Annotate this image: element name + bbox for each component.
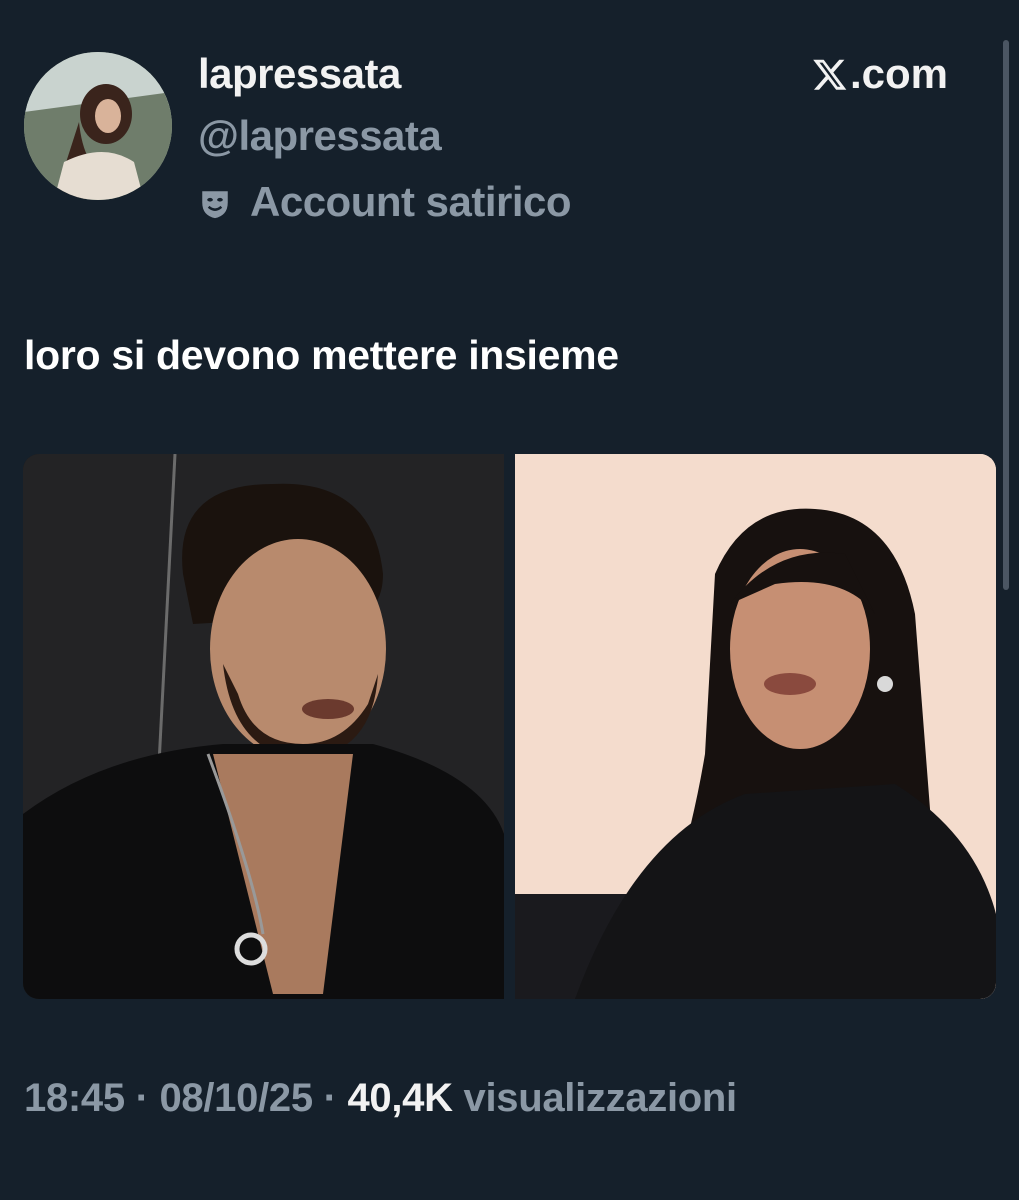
meta-separator: ·	[312, 1076, 348, 1120]
display-name[interactable]: lapressata	[198, 50, 401, 98]
handle[interactable]: @lapressata	[198, 112, 442, 160]
meta-separator: ·	[124, 1076, 160, 1120]
views-label: visualizzazioni	[463, 1076, 738, 1120]
tweet-meta: 18:45 · 08/10/25 · 40,4K visualizzazioni	[24, 1076, 737, 1121]
views-count: 40,4K	[347, 1076, 453, 1120]
x-brand: .com	[812, 50, 948, 98]
tweet-date[interactable]: 08/10/25	[159, 1076, 313, 1120]
photo-man[interactable]	[23, 454, 504, 999]
brand-text: .com	[850, 50, 949, 97]
x-logo-icon	[813, 59, 847, 90]
theater-mask-icon	[202, 191, 228, 219]
tweet-text: loro si devono mettere insieme	[24, 332, 619, 378]
account-label-text: Account satirico	[250, 178, 572, 225]
tweet-time[interactable]: 18:45	[24, 1076, 125, 1120]
photo-woman[interactable]	[515, 454, 996, 999]
avatar[interactable]	[24, 52, 172, 200]
scrollbar[interactable]	[1003, 40, 1009, 590]
account-label: Account satirico	[198, 178, 572, 226]
